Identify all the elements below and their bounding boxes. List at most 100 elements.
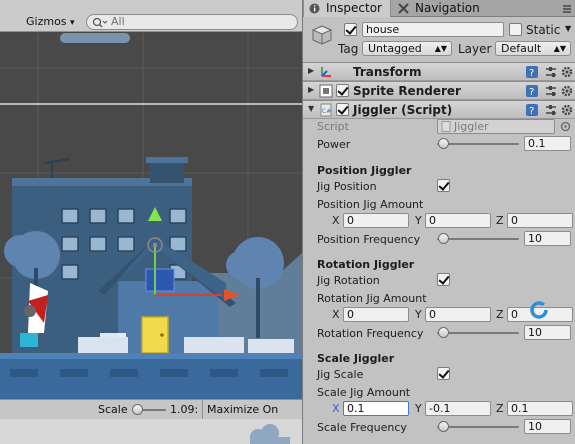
help-book-icon[interactable]: ? xyxy=(525,103,539,117)
power-label: Power xyxy=(317,138,351,151)
preset-sliders-icon[interactable] xyxy=(544,65,558,79)
axis-x-label: X xyxy=(332,214,340,227)
script-value: Jiggler xyxy=(454,120,489,133)
object-name-field[interactable]: house xyxy=(362,22,504,37)
sprite-renderer-icon xyxy=(319,84,333,98)
component-header-sprite-renderer[interactable]: ▶ Sprite Renderer ? xyxy=(303,81,575,100)
dropdown-arrow-icon: ▲▼ xyxy=(553,44,566,53)
position-frequency-slider[interactable] xyxy=(437,232,519,246)
static-label: Static xyxy=(526,23,561,37)
foldout-arrow-icon[interactable]: ▶ xyxy=(308,66,314,75)
scale-frequency-field[interactable]: 10 xyxy=(524,419,571,434)
component-header-jiggler[interactable]: ▼ C# Jiggler (Script) ? xyxy=(303,100,575,119)
search-icon xyxy=(92,17,108,28)
tag-dropdown[interactable]: Untagged ▲▼ xyxy=(362,41,452,56)
loading-spinner-icon xyxy=(530,301,548,319)
position-frequency-label: Position Frequency xyxy=(317,233,421,246)
jig-scale-label: Jig Scale xyxy=(317,368,364,381)
layer-dropdown[interactable]: Default ▲▼ xyxy=(495,41,571,56)
scale-y-field[interactable]: -0.1 xyxy=(425,401,491,416)
scale-label: Scale xyxy=(98,403,128,416)
object-active-checkbox[interactable] xyxy=(344,23,357,36)
tag-label: Tag xyxy=(338,42,359,56)
rotation-x-field[interactable]: 0 xyxy=(343,307,409,322)
scale-value: 1.09: xyxy=(170,403,199,416)
rotation-frequency-field[interactable]: 10 xyxy=(524,325,571,340)
script-icon xyxy=(441,121,451,132)
tag-value: Untagged xyxy=(368,42,422,55)
scale-frequency-slider[interactable] xyxy=(437,420,519,434)
script-field: Jiggler xyxy=(437,119,555,134)
help-book-icon[interactable]: ? xyxy=(525,84,539,98)
fence-sprite xyxy=(78,337,294,353)
rotation-y-field[interactable]: 0 xyxy=(425,307,491,322)
component-enabled-checkbox[interactable] xyxy=(336,103,349,116)
gear-icon[interactable] xyxy=(560,84,574,98)
gizmos-dropdown[interactable]: Gizmos ▾ xyxy=(26,14,75,30)
tab-navigation[interactable]: Navigation xyxy=(393,0,493,17)
svg-text:?: ? xyxy=(529,68,534,79)
axis-z-label: Z xyxy=(496,308,504,321)
info-icon xyxy=(309,3,320,14)
object-picker-icon[interactable] xyxy=(560,121,571,132)
gear-icon[interactable] xyxy=(560,65,574,79)
axis-x-label: X xyxy=(332,402,340,415)
inspector-tab-bar: Inspector Navigation xyxy=(303,0,575,17)
scene-illustration xyxy=(0,29,302,399)
jig-position-checkbox[interactable] xyxy=(437,179,450,192)
static-checkbox[interactable] xyxy=(509,23,522,36)
axis-z-label: Z xyxy=(496,402,504,415)
chevron-down-icon[interactable]: ▼ xyxy=(565,24,571,33)
transform-icon xyxy=(321,67,331,77)
gizmos-label: Gizmos xyxy=(26,15,67,28)
help-book-icon[interactable]: ? xyxy=(525,65,539,79)
chevron-down-icon: ▾ xyxy=(70,18,75,28)
rotation-frequency-label: Rotation Frequency xyxy=(317,327,424,340)
component-enabled-checkbox[interactable] xyxy=(336,84,349,97)
foldout-arrow-icon[interactable]: ▶ xyxy=(308,85,314,94)
object-header: house Static ▼ Tag Untagged ▲▼ Layer Defa… xyxy=(303,18,575,62)
jig-scale-checkbox[interactable] xyxy=(437,367,450,380)
axis-x-label: X xyxy=(332,308,340,321)
position-frequency-field[interactable]: 10 xyxy=(524,231,571,246)
navigation-icon xyxy=(398,3,409,14)
gear-icon[interactable] xyxy=(560,103,574,117)
power-field[interactable]: 0.1 xyxy=(524,136,571,151)
component-title: Jiggler (Script) xyxy=(353,103,453,117)
axis-z-label: Z xyxy=(496,214,504,227)
rotation-jig-amount-label: Rotation Jig Amount xyxy=(317,292,427,305)
component-header-transform[interactable]: ▶ Transform ? xyxy=(303,62,575,81)
jig-position-label: Jig Position xyxy=(317,180,377,193)
tab-label: Navigation xyxy=(415,1,480,15)
component-title: Transform xyxy=(353,65,422,79)
position-z-field[interactable]: 0 xyxy=(507,213,573,228)
cloud-sprite xyxy=(60,29,130,43)
scale-slider[interactable] xyxy=(132,403,166,417)
script-icon: C# xyxy=(320,103,332,117)
power-slider[interactable] xyxy=(437,137,519,151)
rotation-frequency-slider[interactable] xyxy=(437,326,519,340)
preset-sliders-icon[interactable] xyxy=(544,84,558,98)
script-label: Script xyxy=(317,120,349,133)
axis-y-label: Y xyxy=(415,308,422,321)
scale-frequency-label: Scale Frequency xyxy=(317,421,407,434)
tab-inspector[interactable]: Inspector xyxy=(303,0,391,17)
position-x-field[interactable]: 0 xyxy=(343,213,409,228)
panel-menu-icon[interactable] xyxy=(562,4,572,14)
scale-x-field[interactable]: 0.1 xyxy=(343,401,409,416)
foldout-arrow-icon[interactable]: ▼ xyxy=(308,104,314,113)
preset-sliders-icon[interactable] xyxy=(544,103,558,117)
scene-toolbar: Gizmos ▾ All xyxy=(0,12,302,32)
svg-text:?: ? xyxy=(529,106,534,117)
scene-canvas[interactable] xyxy=(0,29,302,399)
scene-search-input[interactable]: All xyxy=(86,14,298,30)
game-view-toolbar: Scale 1.09: Maximize On Play xyxy=(0,399,302,438)
scale-z-field[interactable]: 0.1 xyxy=(507,401,573,416)
jig-rotation-checkbox[interactable] xyxy=(437,273,450,286)
layer-value: Default xyxy=(501,42,542,55)
rotation-jiggler-header: Rotation Jiggler xyxy=(317,258,415,271)
position-y-field[interactable]: 0 xyxy=(425,213,491,228)
search-placeholder: All xyxy=(111,15,125,28)
scene-view-panel: Gizmos ▾ All Scale 1.09: Maximize On xyxy=(0,0,302,444)
dropdown-arrow-icon: ▲▼ xyxy=(434,44,447,53)
